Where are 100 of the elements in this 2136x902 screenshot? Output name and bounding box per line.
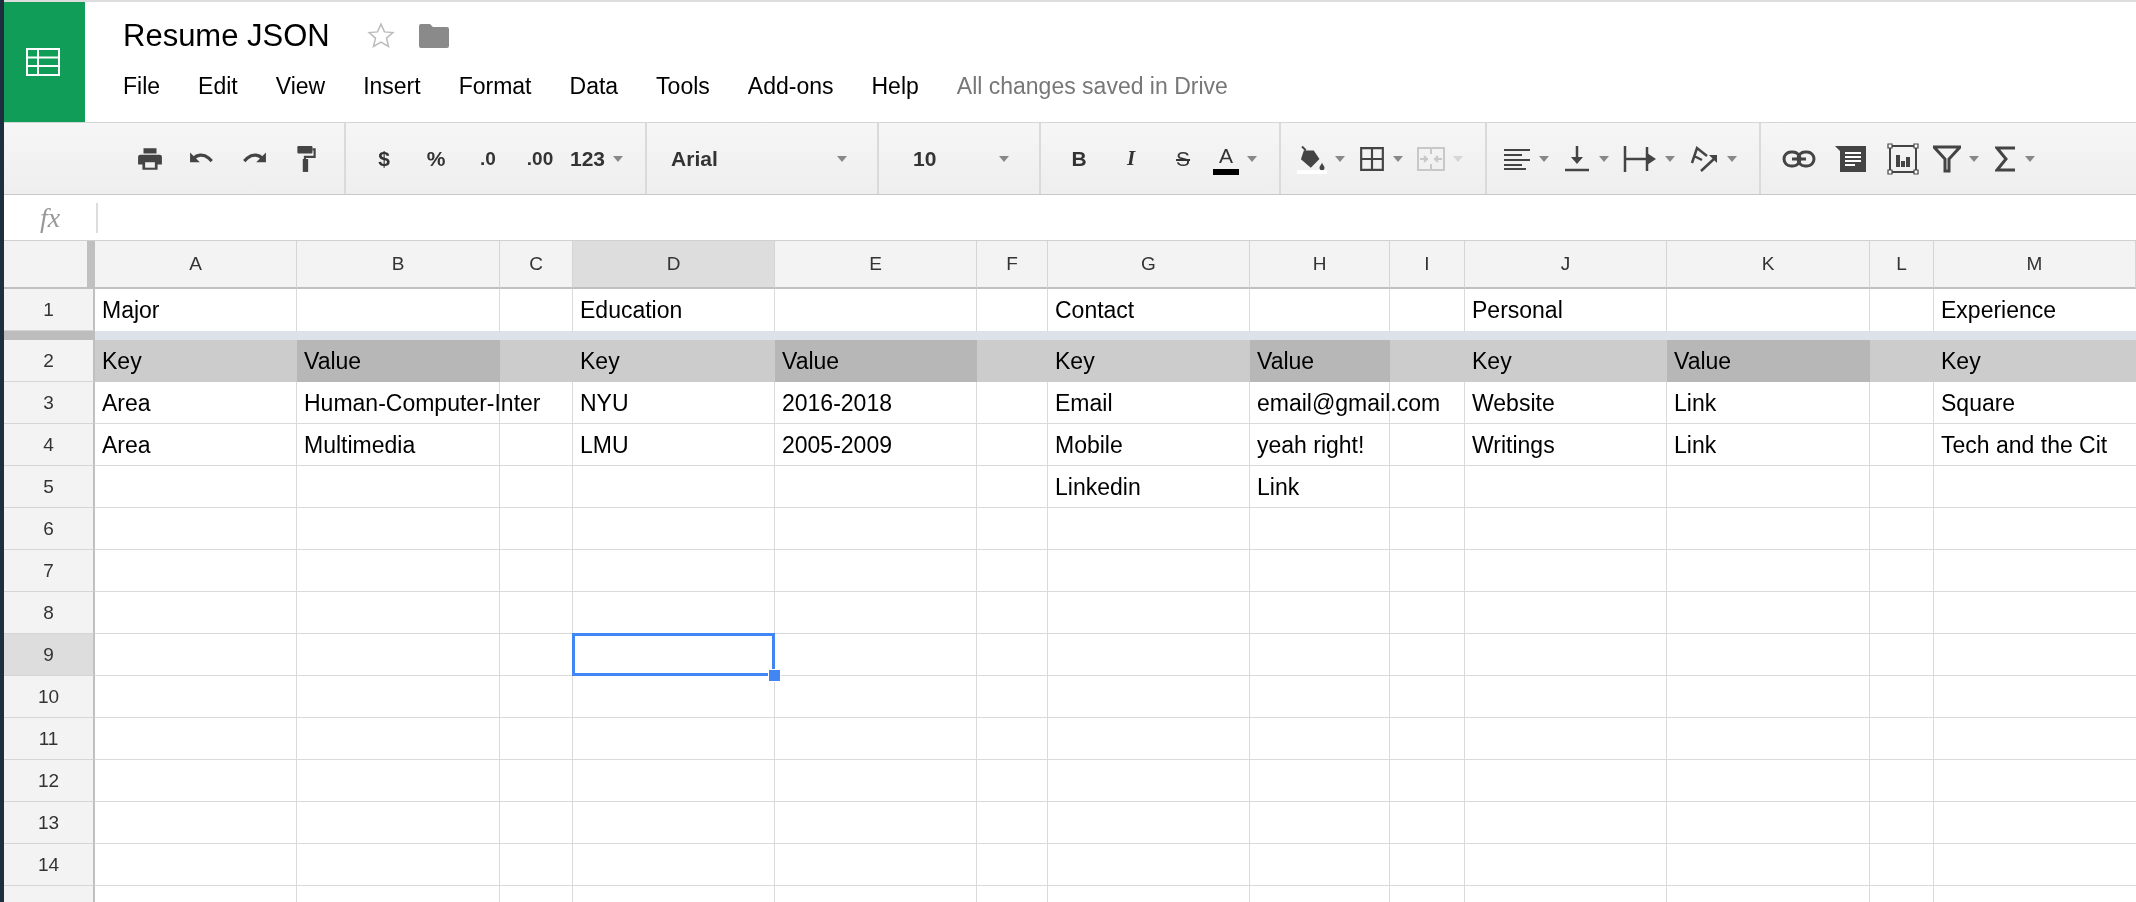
cell-text: Value [782,347,840,375]
decrease-decimals-button[interactable]: .0 [462,136,514,181]
cell-text: Square [1941,389,2016,417]
row-header[interactable]: 14 [4,844,95,886]
column-header[interactable]: M [1934,241,2136,289]
cell-shading[interactable]: Key [573,340,775,382]
row-header[interactable]: 9 [4,634,95,676]
menu-item[interactable]: File [123,72,161,100]
fill-handle[interactable] [768,669,781,682]
currency-button[interactable]: $ [358,136,410,181]
cell-shading[interactable] [1390,340,1465,382]
row-header[interactable]: 6 [4,508,95,550]
print-icon [137,146,163,171]
menu-item[interactable]: View [275,72,326,100]
cell-shading[interactable]: Key [1934,340,2136,382]
column-header[interactable]: L [1870,241,1934,289]
caret-icon [1539,155,1550,162]
column-header[interactable]: K [1667,241,1870,289]
strikethrough-button[interactable]: S [1157,136,1210,181]
row-header[interactable]: 13 [4,802,95,844]
align-bottom-icon [1563,144,1592,173]
font-dropdown[interactable]: Arial [659,136,860,181]
cell-shading[interactable]: Key [1465,340,1667,382]
folder-icon[interactable] [417,23,450,49]
document-title[interactable]: Resume JSON [123,18,330,54]
cell-text: 2005-2009 [782,431,892,459]
cell-text: Multimedia [304,431,416,459]
caret-icon [1335,155,1346,162]
cell-text: Value [1257,347,1315,375]
cell-text: Contact [1055,296,1135,324]
text-rotation-icon [1689,144,1720,173]
cell-shading[interactable]: Value [1667,340,1870,382]
row-header[interactable]: 10 [4,676,95,718]
cell-shading[interactable]: Value [775,340,977,382]
merge-cells-icon [1417,146,1446,171]
column-header[interactable]: G [1048,241,1250,289]
column-header[interactable]: E [775,241,977,289]
cell-text: Link [1674,389,1717,417]
caret-icon [1247,155,1258,162]
cell-shading[interactable]: Key [95,340,297,382]
row-header[interactable]: 1 [4,289,95,331]
column-header[interactable]: F [977,241,1048,289]
caret-icon [2025,155,2036,162]
cell-shading[interactable]: Key [1048,340,1250,382]
cell-text: Key [1472,347,1512,375]
selected-cell[interactable] [572,633,775,676]
row-header[interactable]: 2 [4,340,95,382]
menu-item[interactable]: Help [871,72,919,100]
cell-text: 2016-2018 [782,389,892,417]
column-header[interactable]: A [95,241,297,289]
text-color-dropdown[interactable]: A [1209,136,1262,181]
column-header[interactable]: B [297,241,500,289]
font-size-dropdown[interactable]: 10 [891,136,1022,181]
percent-button[interactable]: % [410,136,462,181]
caret-icon [1665,155,1676,162]
row-header[interactable]: 5 [4,466,95,508]
column-header[interactable]: D [573,241,775,289]
cell-text: Link [1674,431,1717,459]
menu-item[interactable]: Edit [198,72,238,100]
column-header[interactable]: H [1250,241,1390,289]
bold-button[interactable]: B [1053,136,1106,181]
cell-text: Area [102,431,151,459]
save-status[interactable]: All changes saved in Drive [956,72,1228,100]
cell-text: Major [102,296,160,324]
number-format-dropdown[interactable]: 123 [566,136,628,181]
menu-item[interactable]: Tools [656,72,710,100]
cell-shading[interactable] [1870,340,1934,382]
increase-decimals-button[interactable]: .00 [514,136,566,181]
column-header[interactable]: C [500,241,573,289]
cell-text: Mobile [1055,431,1123,459]
frozen-row-handle[interactable] [4,331,95,340]
chart-icon [1887,142,1920,175]
cell-shading[interactable]: Value [297,340,500,382]
cell-text: Website [1472,389,1555,417]
row-header[interactable]: 7 [4,550,95,592]
cell-shading[interactable] [500,340,573,382]
cell-text: Writings [1472,431,1555,459]
star-icon[interactable] [365,21,396,51]
menu-item[interactable]: Add-ons [747,72,834,100]
italic-button[interactable]: I [1105,136,1158,181]
sheets-logo-icon[interactable] [4,2,85,122]
row-header[interactable]: 8 [4,592,95,634]
paint-bucket-icon [1297,143,1328,174]
cell-shading[interactable] [977,340,1048,382]
row-header[interactable]: 11 [4,718,95,760]
cell-text: Tech and the Cit [1941,431,2108,459]
column-header[interactable]: I [1390,241,1465,289]
row-header[interactable]: 4 [4,424,95,466]
comment-icon [1835,144,1868,173]
cell-text: email@gmail.com [1257,389,1441,417]
caret-icon [1453,155,1464,162]
column-header[interactable]: J [1465,241,1667,289]
menu-item[interactable]: Insert [363,72,421,100]
row-header[interactable]: 12 [4,760,95,802]
formula-label: fx [38,201,62,234]
menu-item[interactable]: Format [458,72,532,100]
cell-shading[interactable]: Value [1250,340,1390,382]
menu-item[interactable]: Data [569,72,619,100]
row-header[interactable]: 3 [4,382,95,424]
caret-icon [999,155,1010,162]
